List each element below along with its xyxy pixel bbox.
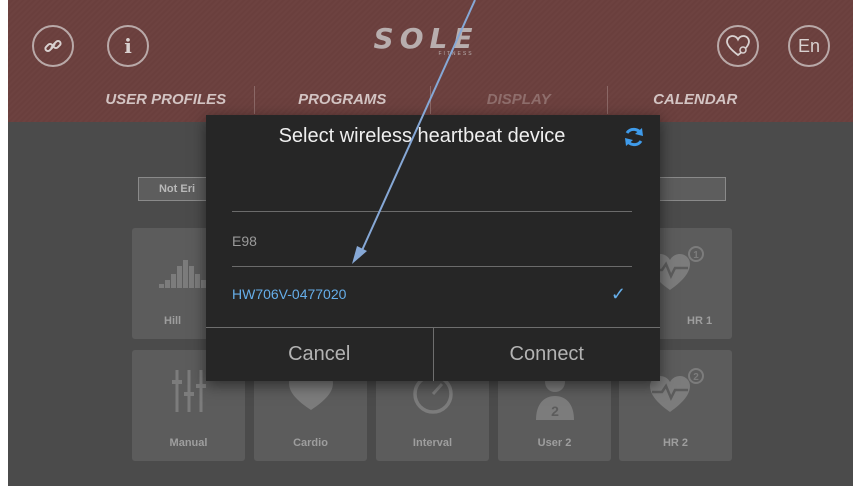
main-tabs: USER PROFILES PROGRAMS DISPLAY CALENDAR — [8, 82, 853, 118]
link-icon — [44, 39, 62, 53]
tile-label-user2: User 2 — [537, 437, 572, 449]
tile-label-hr2: HR 2 — [662, 437, 689, 449]
device-name: E98 — [232, 233, 257, 249]
link-button[interactable] — [32, 25, 74, 67]
refresh-icon — [625, 127, 643, 147]
tab-user-profiles[interactable]: USER PROFILES — [78, 86, 255, 114]
list-divider-top — [232, 211, 632, 212]
language-label: En — [797, 35, 821, 56]
cancel-button[interactable]: Cancel — [206, 328, 433, 381]
device-item-e98[interactable]: E98 — [232, 229, 632, 253]
header-bar: i SOLE FITNESS En USER PROFILES PROGRAMS… — [8, 0, 853, 122]
user2-badge: 2 — [551, 403, 559, 419]
sole-logo: SOLE FITNESS — [341, 22, 511, 57]
list-divider-middle — [232, 266, 632, 267]
language-button[interactable]: En — [788, 25, 830, 67]
refresh-button[interactable] — [622, 125, 646, 149]
hr1-badge: 1 — [693, 250, 699, 261]
select-device-dialog: Select wireless heartbeat device E98 HW7… — [206, 115, 660, 381]
dialog-title: Select wireless heartbeat device — [278, 125, 566, 147]
check-icon: ✓ — [610, 283, 626, 304]
tile-label-manual: Manual — [169, 437, 208, 449]
connect-button[interactable]: Connect — [432, 328, 661, 381]
hr2-badge: 2 — [693, 372, 699, 383]
device-item-hw706v[interactable]: HW706V-0477020 ✓ — [232, 282, 632, 306]
logo-subtext: FITNESS — [438, 51, 474, 57]
tab-calendar[interactable]: CALENDAR — [608, 86, 784, 114]
info-button[interactable]: i — [107, 25, 149, 67]
tile-label-interval: Interval — [412, 437, 453, 449]
tile-label-cardio: Cardio — [293, 437, 328, 449]
tab-programs[interactable]: PROGRAMS — [255, 86, 431, 114]
dialog-button-row: Cancel Connect — [206, 327, 660, 381]
heart-connect-icon — [726, 35, 750, 57]
info-icon: i — [124, 34, 132, 58]
device-name-selected: HW706V-0477020 — [232, 286, 347, 302]
app-screen: i SOLE FITNESS En USER PROFILES PROGRAMS… — [8, 0, 853, 486]
tab-display[interactable]: DISPLAY — [431, 86, 608, 114]
user-name-pill[interactable]: Not Eri — [138, 177, 216, 201]
heart-connect-button[interactable] — [717, 25, 759, 67]
